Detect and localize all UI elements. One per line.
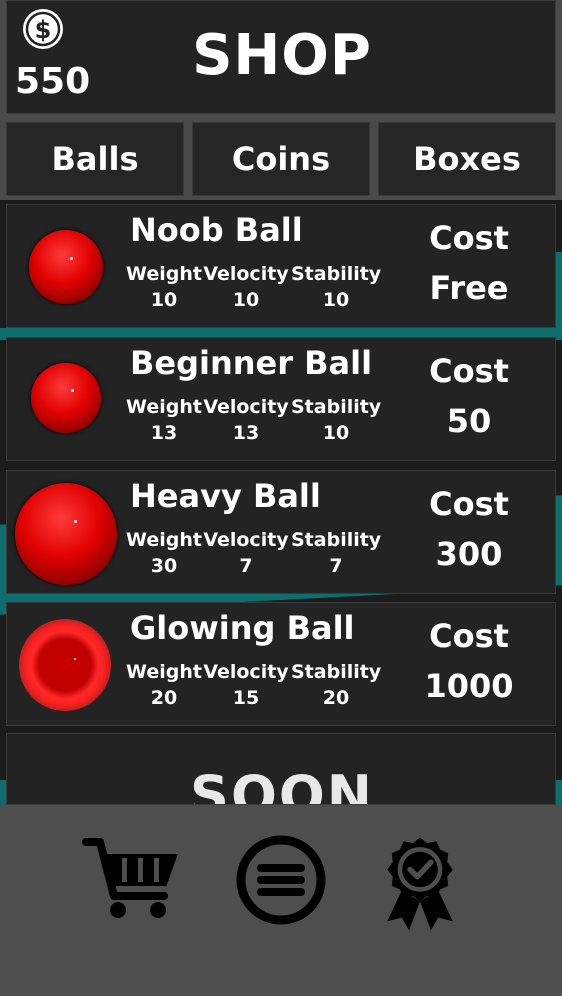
stat-label-velocity: Velocity — [203, 396, 289, 418]
menu-icon[interactable] — [231, 830, 331, 930]
stat-value-velocity: 10 — [232, 289, 260, 311]
tab-boxes[interactable]: Boxes — [378, 122, 556, 196]
stat-value-stability: 20 — [322, 687, 350, 709]
category-tabs: Balls Coins Boxes — [6, 122, 556, 196]
ball-icon — [31, 363, 101, 433]
stat-label-stability: Stability — [291, 263, 382, 285]
cost-label: Cost — [429, 352, 509, 390]
stat-label-weight: Weight — [126, 661, 202, 683]
page-title: SHOP — [192, 23, 372, 88]
cost-label: Cost — [429, 617, 509, 655]
stat-label-stability: Stability — [291, 529, 382, 551]
stat-value-weight: 10 — [150, 289, 178, 311]
stat-value-weight: 13 — [150, 422, 178, 444]
cost-value: 1000 — [424, 667, 514, 705]
stat-value-weight: 30 — [150, 555, 178, 577]
shop-item-card[interactable]: Glowing Ball Weight Velocity Stability 2… — [6, 602, 556, 726]
coming-soon-card: SOON — [6, 733, 556, 805]
cost-label: Cost — [429, 485, 509, 523]
shop-item-card[interactable]: Beginner Ball Weight Velocity Stability … — [6, 337, 556, 461]
stat-value-velocity: 15 — [232, 687, 260, 709]
stat-value-weight: 20 — [150, 687, 178, 709]
ball-icon — [19, 619, 111, 711]
tab-balls[interactable]: Balls — [6, 122, 184, 196]
coming-soon-label: SOON — [190, 764, 374, 805]
item-name: Heavy Ball — [130, 477, 321, 515]
stat-label-stability: Stability — [291, 396, 382, 418]
stat-label-weight: Weight — [126, 529, 202, 551]
item-name: Noob Ball — [130, 211, 303, 249]
shop-header: $ 550 SHOP — [6, 0, 556, 114]
item-name: Glowing Ball — [130, 609, 355, 647]
stat-value-stability: 7 — [329, 555, 343, 577]
stat-label-velocity: Velocity — [203, 661, 289, 683]
cost-value: Free — [429, 269, 509, 307]
cost-value: 50 — [446, 402, 492, 440]
stat-label-velocity: Velocity — [203, 529, 289, 551]
award-badge-icon[interactable] — [370, 834, 470, 934]
stat-value-stability: 10 — [322, 422, 350, 444]
stat-label-velocity: Velocity — [203, 263, 289, 285]
shop-item-card[interactable]: Noob Ball Weight Velocity Stability 10 1… — [6, 204, 556, 328]
ball-icon — [15, 483, 117, 585]
stat-value-velocity: 13 — [232, 422, 260, 444]
shop-item-card[interactable]: Heavy Ball Weight Velocity Stability 30 … — [6, 470, 556, 594]
stat-value-velocity: 7 — [239, 555, 253, 577]
stat-label-weight: Weight — [126, 263, 202, 285]
stat-value-stability: 10 — [322, 289, 350, 311]
cart-icon[interactable] — [80, 830, 180, 930]
cost-label: Cost — [429, 219, 509, 257]
cost-value: 300 — [435, 535, 503, 573]
item-name: Beginner Ball — [130, 344, 373, 382]
ball-icon — [29, 230, 103, 304]
stat-label-stability: Stability — [291, 661, 382, 683]
stat-label-weight: Weight — [126, 396, 202, 418]
tab-coins[interactable]: Coins — [192, 122, 370, 196]
